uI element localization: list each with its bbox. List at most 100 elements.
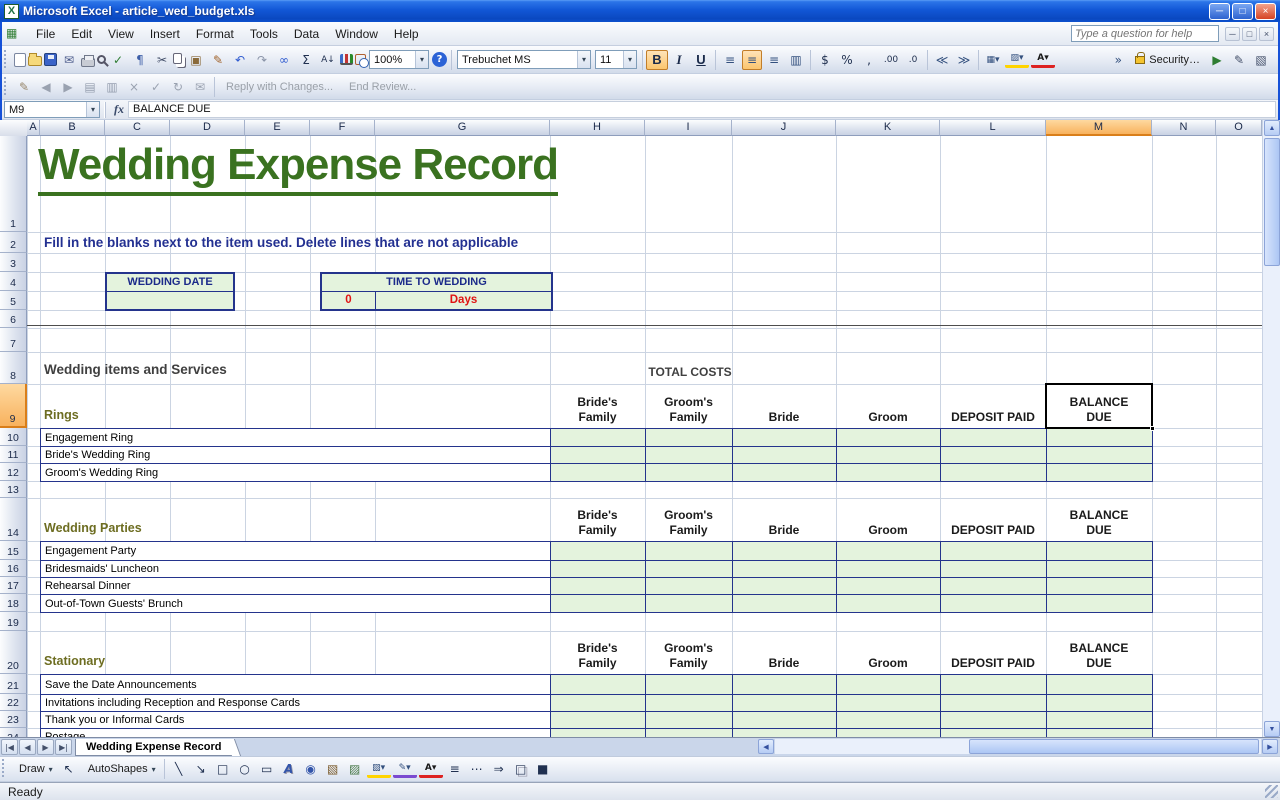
expense-amount-cell[interactable] (550, 577, 646, 595)
items-services-heading[interactable]: Wedding items and Services (44, 362, 227, 377)
currency-icon[interactable]: $ (815, 50, 835, 70)
row-header-22[interactable]: 22 (0, 694, 27, 711)
menu-item-window[interactable]: Window (327, 24, 386, 44)
title-bar[interactable]: X Microsoft Excel - article_wed_budget.x… (0, 0, 1280, 22)
expense-amount-cell[interactable] (645, 577, 733, 595)
borders-icon[interactable]: ▦▾ (983, 50, 1003, 70)
column-header-B[interactable]: B (40, 120, 105, 136)
fill-color-icon[interactable]: ▨▾ (367, 761, 391, 778)
show-all-comments-icon[interactable]: ▥ (102, 77, 122, 97)
spelling-icon[interactable]: ✓ (108, 50, 128, 70)
expense-amount-cell[interactable] (550, 463, 646, 482)
scroll-up-button[interactable]: ▲ (1264, 120, 1280, 136)
column-header-J[interactable]: J (732, 120, 836, 136)
column-header-I[interactable]: I (645, 120, 732, 136)
italic-button[interactable]: I (668, 50, 690, 70)
show-comment-icon[interactable]: ▤ (80, 77, 100, 97)
expense-amount-cell[interactable] (550, 728, 646, 737)
toolbar-options-icon[interactable]: » (1108, 50, 1128, 70)
oval-icon[interactable]: ○ (235, 759, 255, 779)
expense-amount-cell[interactable] (732, 463, 837, 482)
scroll-left-button[interactable]: ◀ (758, 739, 774, 754)
workbook-close-button[interactable]: × (1259, 27, 1274, 41)
row-header-15[interactable]: 15 (0, 541, 27, 560)
section-title-cell[interactable]: Wedding Parties (44, 521, 142, 535)
row-header-13[interactable]: 13 (0, 481, 27, 498)
column-header-C[interactable]: C (105, 120, 170, 136)
column-group-header[interactable]: Bride'sFamily (550, 498, 645, 541)
expense-amount-cell[interactable] (732, 711, 837, 729)
design-mode-icon[interactable]: ▧ (1251, 50, 1271, 70)
percent-icon[interactable]: % (837, 50, 857, 70)
picture-icon[interactable]: ▨ (345, 759, 365, 779)
expense-amount-cell[interactable] (645, 594, 733, 613)
paste-icon[interactable]: ▣ (186, 50, 206, 70)
copy-icon[interactable] (173, 53, 182, 64)
expense-amount-cell[interactable] (645, 541, 733, 561)
end-review-button[interactable]: End Review... (341, 81, 424, 93)
expense-amount-cell[interactable] (1046, 541, 1153, 561)
expense-amount-cell[interactable] (940, 674, 1047, 695)
previous-comment-icon[interactable]: ◀ (36, 77, 56, 97)
expense-amount-cell[interactable] (836, 577, 941, 595)
expense-amount-cell[interactable] (836, 694, 941, 712)
expense-amount-cell[interactable] (732, 674, 837, 695)
comma-style-icon[interactable]: , (859, 50, 879, 70)
column-group-header[interactable]: DEPOSIT PAID (940, 498, 1046, 541)
expense-amount-cell[interactable] (836, 560, 941, 578)
fill-color-icon[interactable]: ▨▾ (1005, 51, 1029, 68)
expense-amount-cell[interactable] (940, 711, 1047, 729)
close-button[interactable]: × (1255, 3, 1276, 20)
resize-grip[interactable] (1265, 785, 1278, 798)
expense-amount-cell[interactable] (940, 463, 1047, 482)
row-header-20[interactable]: 20 (0, 631, 27, 674)
column-header-F[interactable]: F (310, 120, 375, 136)
column-header-G[interactable]: G (375, 120, 550, 136)
expense-amount-cell[interactable] (645, 728, 733, 737)
merge-center-icon[interactable]: ▥ (786, 50, 806, 70)
expense-amount-cell[interactable] (732, 577, 837, 595)
expense-amount-cell[interactable] (550, 560, 646, 578)
next-sheet-button[interactable]: ▶ (37, 739, 54, 755)
expense-item-cell[interactable]: Engagement Party (40, 541, 551, 561)
font-color-icon[interactable]: A▾ (419, 761, 443, 778)
autosum-icon[interactable]: Σ (296, 50, 316, 70)
align-left-icon[interactable]: ≡ (720, 50, 740, 70)
expense-item-cell[interactable]: Postage (40, 728, 551, 737)
row-header-3[interactable]: 3 (0, 253, 27, 272)
vertical-scroll-thumb[interactable] (1264, 138, 1280, 266)
insert-function-icon[interactable]: fx (110, 102, 128, 117)
column-group-header[interactable]: BALANCEDUE (1046, 498, 1152, 541)
expense-item-cell[interactable]: Bridesmaids' Luncheon (40, 560, 551, 578)
menu-item-edit[interactable]: Edit (63, 24, 100, 44)
row-header-19[interactable]: 19 (0, 612, 27, 631)
expense-amount-cell[interactable] (836, 728, 941, 737)
delete-comment-icon[interactable]: × (124, 77, 144, 97)
column-header-M[interactable]: M (1046, 120, 1152, 136)
menu-item-help[interactable]: Help (386, 24, 427, 44)
expense-amount-cell[interactable] (1046, 694, 1153, 712)
expense-amount-cell[interactable] (940, 428, 1047, 447)
dash-style-icon[interactable]: ⋯ (467, 759, 487, 779)
expense-amount-cell[interactable] (1046, 674, 1153, 695)
column-header-D[interactable]: D (170, 120, 245, 136)
row-header-1[interactable]: 1 (0, 136, 27, 232)
expense-amount-cell[interactable] (732, 541, 837, 561)
days-unit-cell[interactable]: Days (376, 292, 551, 309)
scroll-down-button[interactable]: ▼ (1264, 721, 1280, 737)
expense-amount-cell[interactable] (1046, 463, 1153, 482)
minimize-button[interactable]: ─ (1209, 3, 1230, 20)
line-color-icon[interactable]: ✎▾ (393, 761, 417, 778)
sheet-title[interactable]: Wedding Expense Record (38, 140, 558, 196)
expense-amount-cell[interactable] (940, 577, 1047, 595)
diagram-icon[interactable]: ◉ (301, 759, 321, 779)
row-header-10[interactable]: 10 (0, 428, 27, 446)
zoom-combo[interactable]: 100% (369, 50, 429, 69)
menu-item-file[interactable]: File (28, 24, 63, 44)
new-document-icon[interactable] (14, 53, 26, 67)
column-group-header[interactable]: Groom'sFamily (645, 384, 732, 428)
save-icon[interactable] (44, 53, 57, 66)
sort-ascending-icon[interactable]: A↓ (318, 50, 338, 70)
decrease-decimal-icon[interactable]: .0 (903, 50, 923, 70)
row-header-4[interactable]: 4 (0, 272, 27, 291)
